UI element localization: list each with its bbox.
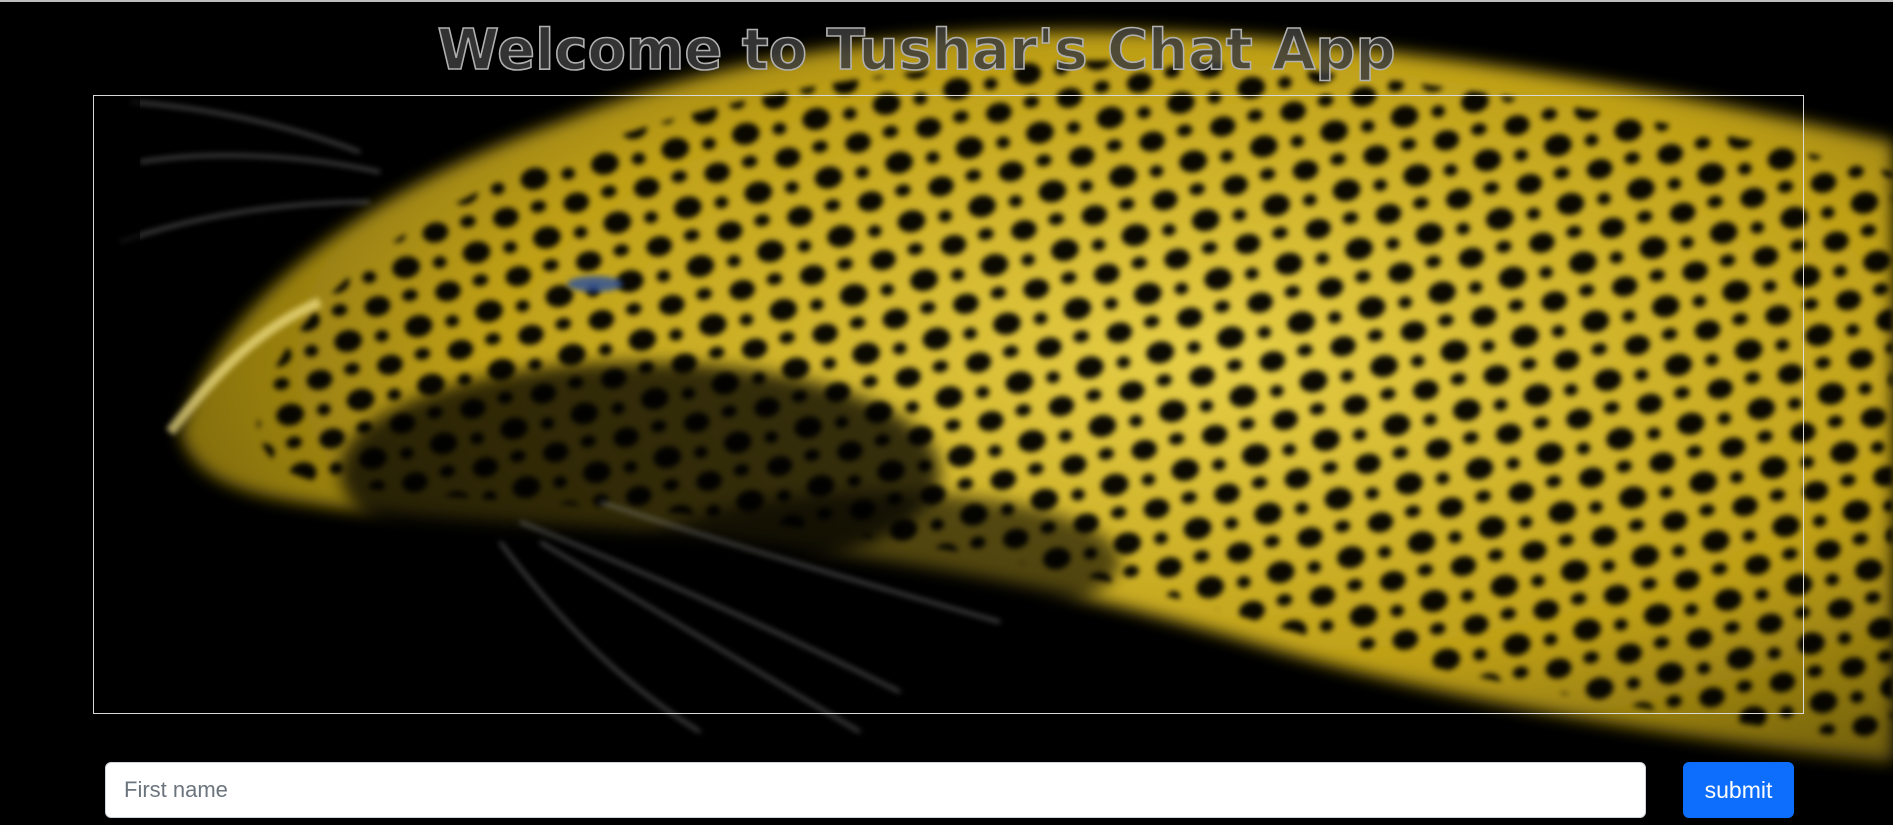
name-form: submit (105, 762, 1795, 818)
chat-messages-box (93, 95, 1804, 714)
chat-page: Welcome to Tushar's Chat App submit (0, 0, 1893, 825)
first-name-input[interactable] (105, 762, 1646, 818)
submit-button[interactable]: submit (1683, 762, 1794, 818)
page-title: Welcome to Tushar's Chat App (437, 17, 1397, 84)
